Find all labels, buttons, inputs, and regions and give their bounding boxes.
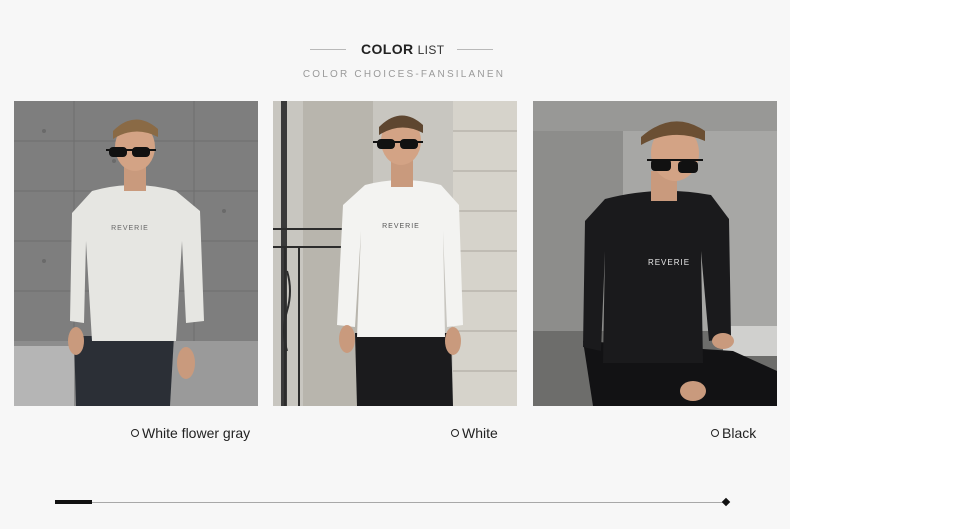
section-title: COLOR LIST xyxy=(361,41,445,57)
color-option-label: White flower gray xyxy=(142,425,251,441)
svg-text:REVERIE: REVERIE xyxy=(648,258,690,267)
product-photo-black[interactable]: REVERIE xyxy=(533,101,777,406)
svg-text:REVERIE: REVERIE xyxy=(111,225,149,232)
color-option-label: White xyxy=(462,425,498,441)
svg-text:REVERIE: REVERIE xyxy=(382,223,420,230)
title-bold-text: COLOR xyxy=(361,41,414,57)
radio-circle-icon xyxy=(131,429,139,437)
color-option-black[interactable]: Black xyxy=(711,424,756,442)
model-photo-icon: REVERIE xyxy=(273,101,517,406)
color-option-white[interactable]: White xyxy=(451,424,498,442)
model-photo-icon: REVERIE xyxy=(533,101,777,406)
diamond-handle-icon[interactable] xyxy=(721,497,731,507)
product-photo-white[interactable]: REVERIE xyxy=(273,101,517,406)
section-subtitle: COLOR CHOICES-FANSILANEN xyxy=(302,69,506,80)
color-list-panel: COLOR LIST COLOR CHOICES-FANSILANEN REVE… xyxy=(0,0,790,529)
section-header: COLOR LIST xyxy=(0,41,790,61)
product-photo-white-flower-gray[interactable]: REVERIE xyxy=(14,101,258,406)
title-divider-left xyxy=(310,49,346,50)
title-light-text: LIST xyxy=(417,43,445,57)
radio-circle-icon xyxy=(451,429,459,437)
color-option-label: Black xyxy=(722,425,757,441)
scrollbar-track[interactable] xyxy=(55,501,727,503)
radio-circle-icon xyxy=(711,429,719,437)
title-divider-right xyxy=(457,49,493,50)
carousel-scrollbar[interactable] xyxy=(55,497,731,507)
color-option-white-flower-gray[interactable]: White flower gray xyxy=(131,424,250,442)
model-photo-icon: REVERIE xyxy=(14,101,258,406)
scrollbar-thumb[interactable] xyxy=(55,500,92,504)
